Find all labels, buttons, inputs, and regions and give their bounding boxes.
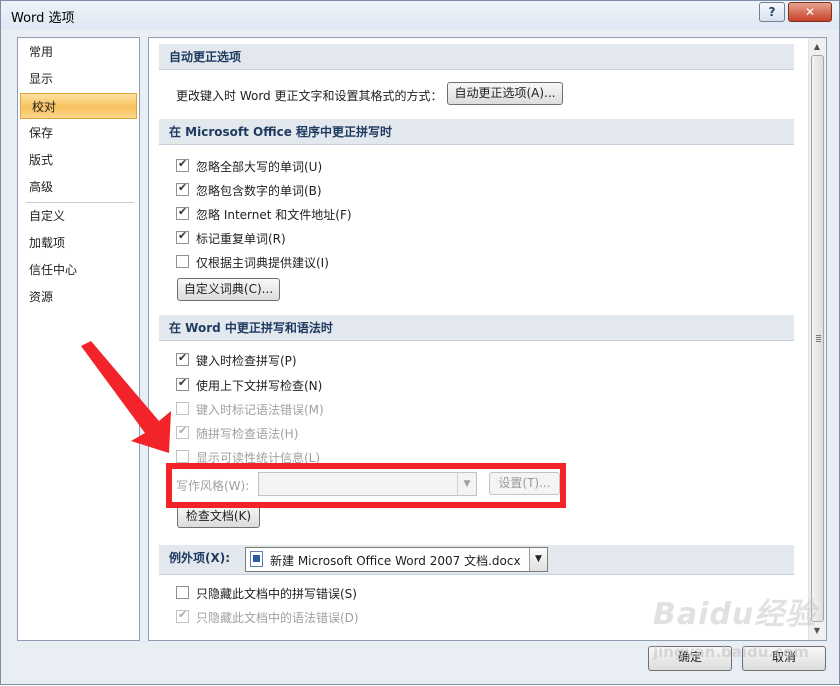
watermark-url: jingyan.baidu.com [653,643,809,661]
word-options-dialog: Word 选项 ? ✕ 常用 显示 校对 保存 版式 高级 自定义 加载项 信任… [0,0,840,685]
annotation-highlight-box [166,463,566,508]
watermark-logo: Baidu经验 [653,597,817,632]
annotation-arrow [81,341,171,453]
baidu-watermark: Baidu经验 jingyan.baidu.com [643,589,839,667]
red-arrow-shape [81,341,171,453]
